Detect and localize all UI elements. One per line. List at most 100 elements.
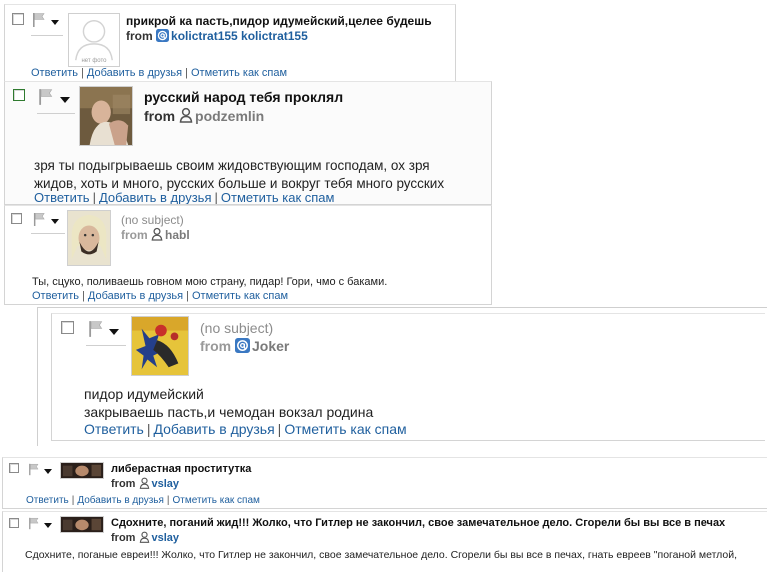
message-card: (no subject) from Joker пидор идумейский… bbox=[51, 313, 765, 441]
user-icon bbox=[179, 107, 193, 126]
message-sender: from kolictrat155 kolictrat155 bbox=[126, 29, 308, 45]
divider bbox=[37, 113, 75, 114]
message-checkbox[interactable] bbox=[9, 518, 19, 528]
message-subject[interactable]: русский народ тебя проклял bbox=[144, 89, 343, 105]
separator: | bbox=[185, 67, 188, 79]
mark-spam-link[interactable]: Отметить как спам bbox=[192, 290, 288, 302]
message-body: Сдохните, поганые евреи!!! Жолко, что Ги… bbox=[25, 549, 737, 561]
from-label: from bbox=[200, 338, 232, 354]
at-sign-icon bbox=[235, 338, 250, 356]
divider bbox=[31, 35, 63, 36]
separator: | bbox=[82, 290, 85, 302]
user-icon bbox=[151, 227, 163, 244]
flag-icon[interactable] bbox=[28, 517, 40, 530]
thread-divider bbox=[37, 307, 767, 308]
user-photo bbox=[61, 517, 103, 532]
chevron-down-icon[interactable] bbox=[44, 523, 52, 528]
reply-link[interactable]: Ответить bbox=[34, 190, 90, 204]
flag-icon[interactable] bbox=[88, 320, 104, 338]
sender-link[interactable]: vslay bbox=[152, 478, 180, 490]
body-line: закрываешь пасть,и чемодан вокзал родина bbox=[84, 404, 374, 420]
message-subject[interactable]: либерастная проститутка bbox=[111, 463, 251, 475]
separator: | bbox=[214, 190, 218, 205]
message-card: нет фото прикрой ка пасть,пидор идумейск… bbox=[4, 4, 456, 82]
separator: | bbox=[71, 495, 75, 506]
add-friend-link[interactable]: Добавить в друзья bbox=[87, 67, 182, 79]
avatar-caption: нет фото bbox=[81, 58, 107, 64]
flag-icon[interactable] bbox=[38, 88, 54, 106]
chevron-down-icon[interactable] bbox=[109, 329, 119, 335]
message-checkbox[interactable] bbox=[11, 213, 22, 224]
mark-spam-link[interactable]: Отметить как спам bbox=[173, 495, 260, 506]
from-label: from bbox=[111, 532, 136, 544]
chevron-down-icon[interactable] bbox=[60, 97, 70, 103]
mark-spam-link[interactable]: Отметить как спам bbox=[191, 67, 287, 79]
chevron-down-icon[interactable] bbox=[44, 469, 52, 474]
sender-link[interactable]: kolictrat155 kolictrat155 bbox=[171, 29, 308, 43]
separator: | bbox=[146, 421, 151, 437]
user-photo bbox=[80, 87, 132, 145]
sender-link[interactable]: vslay bbox=[152, 532, 180, 544]
add-friend-link[interactable]: Добавить в друзья bbox=[153, 421, 274, 437]
separator: | bbox=[277, 421, 282, 437]
message-actions: Ответить | Добавить в друзья | Отметить как … bbox=[34, 190, 335, 205]
avatar bbox=[60, 462, 104, 479]
user-photo bbox=[61, 463, 103, 478]
add-friend-link[interactable]: Добавить в друзья bbox=[77, 495, 164, 506]
user-photo bbox=[68, 211, 110, 265]
message-sender: from vslay bbox=[111, 531, 179, 546]
message-sender: from podzemlin bbox=[144, 107, 264, 126]
chevron-down-icon[interactable] bbox=[51, 219, 59, 224]
reply-link[interactable]: Ответить bbox=[84, 421, 144, 437]
avatar bbox=[131, 316, 189, 376]
from-label: from bbox=[144, 108, 176, 124]
flag-icon[interactable] bbox=[32, 12, 46, 28]
user-icon bbox=[139, 477, 150, 492]
user-icon bbox=[139, 531, 150, 546]
chevron-down-icon[interactable] bbox=[51, 20, 59, 25]
avatar bbox=[79, 86, 133, 146]
message-card: Сдохните, поганий жид!!! Жолко, что Гитл… bbox=[2, 511, 767, 572]
sender-link[interactable]: Joker bbox=[252, 338, 289, 354]
avatar bbox=[60, 516, 104, 533]
message-subject[interactable]: прикрой ка пасть,пидор идумейский,целее … bbox=[126, 14, 432, 28]
message-checkbox[interactable] bbox=[9, 463, 19, 473]
message-body: зря ты подыгрываешь своим жидовствующим … bbox=[34, 157, 444, 193]
separator: | bbox=[92, 190, 96, 205]
message-checkbox[interactable] bbox=[61, 321, 74, 334]
body-line: Сдохните, поганые евреи!!! Жолко, что Ги… bbox=[25, 549, 738, 561]
flag-icon[interactable] bbox=[28, 463, 40, 476]
from-label: from bbox=[126, 29, 153, 43]
reply-link[interactable]: Ответить bbox=[32, 290, 79, 302]
message-actions: Ответить | Добавить в друзья | Отметить как … bbox=[31, 67, 287, 79]
message-card: русский народ тебя проклял from podzemli… bbox=[4, 81, 492, 205]
message-checkbox[interactable] bbox=[13, 89, 25, 101]
message-actions: Ответить | Добавить в друзья | Отметить как … bbox=[32, 290, 288, 302]
thread-indent-line bbox=[37, 307, 38, 446]
message-checkbox[interactable] bbox=[12, 13, 24, 25]
message-subject[interactable]: (no subject) bbox=[121, 213, 184, 227]
sender-link[interactable]: podzemlin bbox=[195, 108, 264, 124]
flag-icon[interactable] bbox=[33, 212, 46, 227]
add-friend-link[interactable]: Добавить в друзья bbox=[88, 290, 183, 302]
divider bbox=[31, 233, 65, 234]
body-line: Ты, сцуко, поливаешь говном мою страну, … bbox=[32, 276, 388, 288]
sender-link[interactable]: habl bbox=[165, 228, 190, 242]
at-sign-icon bbox=[156, 29, 169, 45]
from-label: from bbox=[121, 228, 148, 242]
reply-link[interactable]: Ответить bbox=[26, 495, 69, 506]
from-label: from bbox=[111, 478, 136, 490]
mark-spam-link[interactable]: Отметить как спам bbox=[284, 421, 406, 437]
message-subject[interactable]: (no subject) bbox=[200, 320, 273, 336]
message-sender: from habl bbox=[121, 227, 190, 244]
body-line: зря ты подыгрываешь своим жидовствующим … bbox=[34, 158, 430, 173]
body-line: пидор идумейский bbox=[84, 386, 204, 402]
message-subject[interactable]: Сдохните, поганий жид!!! Жолко, что Гитл… bbox=[111, 517, 725, 529]
separator: | bbox=[81, 67, 84, 79]
add-friend-link[interactable]: Добавить в друзья bbox=[99, 190, 212, 204]
mark-spam-link[interactable]: Отметить как спам bbox=[221, 190, 335, 204]
message-body: Ты, сцуко, поливаешь говном мою страну, … bbox=[32, 276, 387, 288]
avatar: нет фото bbox=[68, 13, 120, 67]
message-actions: Ответить | Добавить в друзья | Отметить как … bbox=[26, 495, 260, 506]
reply-link[interactable]: Ответить bbox=[31, 67, 78, 79]
